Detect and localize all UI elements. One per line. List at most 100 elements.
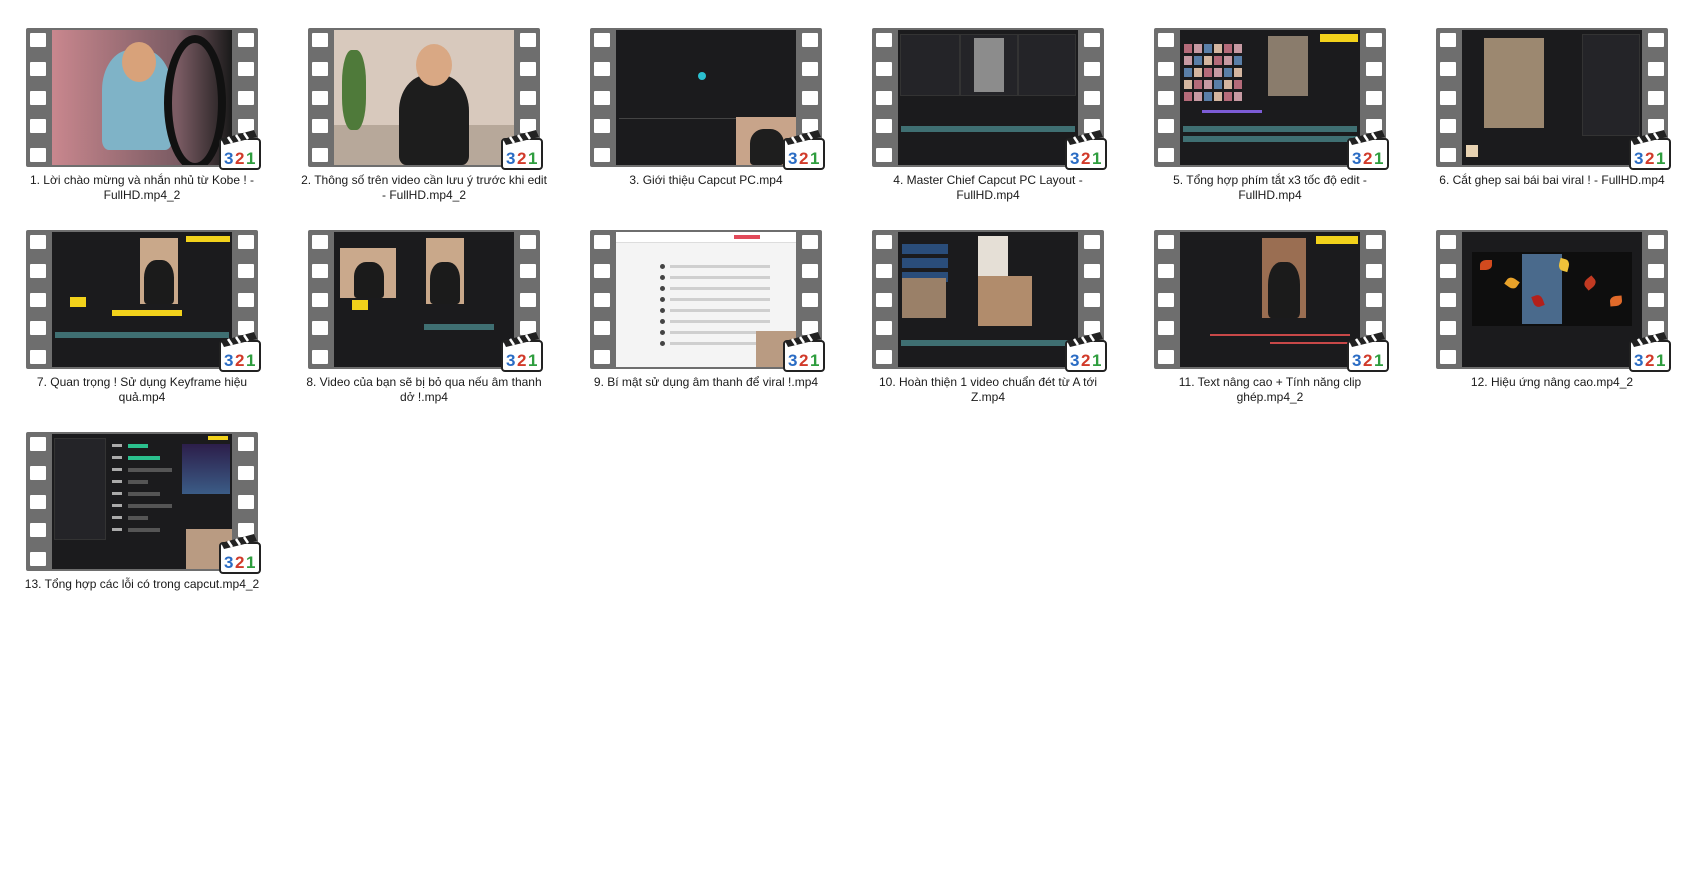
logo-digit: 1 <box>810 149 819 168</box>
film-hole <box>1158 350 1174 364</box>
row-line-shape <box>670 287 770 290</box>
timeline-clip-shape <box>424 324 494 330</box>
row-line-shape <box>670 298 770 301</box>
sticker-shape <box>1194 56 1202 65</box>
sticker-shape <box>1194 44 1202 53</box>
row-dot-shape <box>660 341 665 346</box>
film-hole <box>1366 235 1382 249</box>
file-item[interactable]: 3 2 1 12. Hiệu ứng nâng cao.mp4_2 <box>1427 226 1677 414</box>
video-thumbnail[interactable]: 321 <box>1154 28 1389 170</box>
film-hole <box>1158 33 1174 47</box>
preview-image-shape <box>978 236 1008 276</box>
film-hole <box>594 350 610 364</box>
film-hole <box>520 235 536 249</box>
film-hole <box>1158 321 1174 336</box>
file-name: 7. Quan trọng ! Sử dụng Keyframe hiệu qu… <box>36 375 248 404</box>
ring-light-shape <box>164 35 226 165</box>
file-name: 12. Hiệu ứng nâng cao.mp4_2 <box>1470 375 1634 389</box>
film-hole <box>1440 33 1456 47</box>
logo-digit: 3 <box>1070 149 1079 168</box>
logo-digit: 2 <box>235 351 244 370</box>
highlight-label-shape <box>208 436 228 440</box>
film-hole <box>1366 292 1382 307</box>
file-item[interactable]: 3 2 1 7. Quan trọng ! Sử dụng Keyframe hiệu… <box>17 226 267 414</box>
logo-digit: 2 <box>1645 149 1654 168</box>
setting-label-shape <box>112 468 122 471</box>
file-item[interactable]: 3 2 1 2. Thông số trên video cần lưu ý trướ… <box>299 24 549 212</box>
sticker-shape <box>1204 68 1212 77</box>
video-thumbnail[interactable]: 321 <box>308 28 543 170</box>
film-hole <box>238 437 254 451</box>
film-hole <box>312 350 328 364</box>
film-hole <box>312 235 328 249</box>
media-thumb-shape <box>902 258 948 268</box>
logo-digit: 3 <box>224 149 233 168</box>
film-hole <box>30 33 46 47</box>
film-hole <box>312 263 328 278</box>
film-strip-holes <box>312 235 328 364</box>
timeline-clip-shape <box>55 332 229 338</box>
video-thumbnail[interactable]: 321 <box>26 230 261 372</box>
file-item[interactable]: 3 2 1 13. Tổng hợp các lỗi có trong capcut.… <box>17 428 267 616</box>
video-thumbnail[interactable]: 321 <box>872 230 1107 372</box>
film-hole <box>312 119 328 134</box>
row-line-shape <box>670 309 770 312</box>
media-thumb-shape <box>902 244 948 254</box>
row-line-shape <box>670 265 770 268</box>
logo-digit: 2 <box>235 149 244 168</box>
media-player-logo-icon: 321 <box>219 332 261 372</box>
file-name: 1. Lời chào mừng và nhắn nhủ từ Kobe ! -… <box>29 173 255 202</box>
video-thumbnail[interactable]: 321 <box>308 230 543 372</box>
media-player-logo-icon: 321 <box>501 130 543 170</box>
sticker-shape <box>1194 80 1202 89</box>
sticker-shape <box>1214 80 1222 89</box>
film-hole <box>30 494 46 509</box>
film-hole <box>30 465 46 480</box>
video-thumbnail[interactable]: 321 <box>872 28 1107 170</box>
preview-image-shape <box>978 276 1032 326</box>
sticker-shape <box>1224 80 1232 89</box>
film-hole <box>30 148 46 162</box>
logo-digit: 3 <box>1352 351 1361 370</box>
file-item[interactable]: 3 2 1 10. Hoàn thiện 1 video chuẩn đét từ A… <box>863 226 1113 414</box>
file-item[interactable]: 3 2 1 11. Text nâng cao + Tính năng clip gh… <box>1145 226 1395 414</box>
file-item[interactable]: 3 2 1 3. Giới thiệu Capcut PC.mp4 <box>581 24 831 212</box>
video-thumbnail[interactable]: 321 <box>590 28 825 170</box>
logo-digit: 3 <box>224 351 233 370</box>
sticker-shape <box>1214 68 1222 77</box>
file-item[interactable]: 3 2 1 1. Lời chào mừng và nhắn nhủ từ Kobe … <box>17 24 267 212</box>
file-item[interactable]: 3 2 1 5. Tổng hợp phím tắt x3 tốc độ edit -… <box>1145 24 1395 212</box>
film-hole <box>1158 235 1174 249</box>
video-thumbnail[interactable]: 321 <box>26 432 261 574</box>
sticker-shape <box>1234 44 1242 53</box>
film-hole <box>1440 119 1456 134</box>
file-item[interactable]: 3 2 1 8. Video của bạn sẽ bị bỏ qua nếu âm … <box>299 226 549 414</box>
film-strip-holes <box>1158 33 1174 162</box>
setting-value-shape <box>128 456 160 460</box>
file-name: 8. Video của bạn sẽ bị bỏ qua nếu âm tha… <box>306 375 542 404</box>
video-thumbnail[interactable]: 321 <box>1436 28 1671 170</box>
film-hole <box>30 437 46 451</box>
setting-label-shape <box>112 492 122 495</box>
row-line-shape <box>670 276 770 279</box>
film-hole <box>1366 61 1382 76</box>
sidebar-panel-shape <box>54 438 106 540</box>
film-hole <box>238 235 254 249</box>
film-hole <box>1084 33 1100 47</box>
logo-digit: 2 <box>799 149 808 168</box>
video-thumbnail[interactable]: 321 <box>1154 230 1389 372</box>
file-item[interactable]: 3 2 1 6. Cắt ghep sai bái bai viral ! - Ful… <box>1427 24 1677 212</box>
logo-digit: 2 <box>1363 351 1372 370</box>
file-item[interactable]: 3 2 1 4. Master Chief Capcut PC Layout - Fu… <box>863 24 1113 212</box>
sticker-shape <box>1234 68 1242 77</box>
video-thumbnail[interactable]: 321 <box>590 230 825 372</box>
highlight-label-shape <box>186 236 230 242</box>
video-thumbnail[interactable]: 321 <box>1436 230 1671 372</box>
sticker-shape <box>1224 56 1232 65</box>
video-thumbnail[interactable]: 321 <box>26 28 261 170</box>
media-player-logo-icon: 321 <box>1065 130 1107 170</box>
film-hole <box>594 235 610 249</box>
logo-digit: 1 <box>1656 351 1665 370</box>
file-item[interactable]: 3 2 1 9. Bí mật sử dụng âm thanh để viral !… <box>581 226 831 414</box>
file-name: 4. Master Chief Capcut PC Layout - FullH… <box>893 173 1083 202</box>
